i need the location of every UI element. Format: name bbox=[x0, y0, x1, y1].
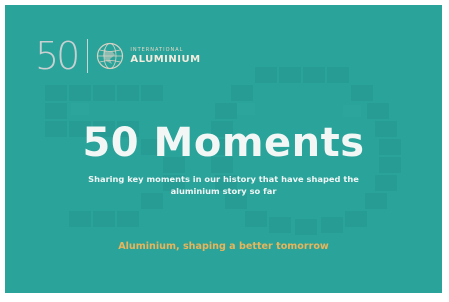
logo-divider bbox=[87, 39, 89, 73]
promo-banner: 50 INTERNATIONAL ALUMINIUM 50 Moments Sh… bbox=[5, 5, 442, 293]
org-name-line-1: INTERNATIONAL bbox=[130, 46, 184, 53]
anniversary-logo: 50 bbox=[35, 34, 80, 78]
subtitle: Sharing key moments in our history that … bbox=[88, 174, 359, 196]
logo-lockup: 50 INTERNATIONAL ALUMINIUM bbox=[35, 35, 201, 77]
org-name-line-2: ALUMINIUM bbox=[130, 53, 201, 65]
globe-icon bbox=[97, 42, 124, 70]
org-name: INTERNATIONAL ALUMINIUM bbox=[130, 47, 200, 66]
tagline: Aluminium, shaping a better tomorrow bbox=[118, 241, 329, 252]
headline: 50 Moments bbox=[82, 120, 365, 166]
anniversary-number: 50 bbox=[35, 34, 80, 78]
